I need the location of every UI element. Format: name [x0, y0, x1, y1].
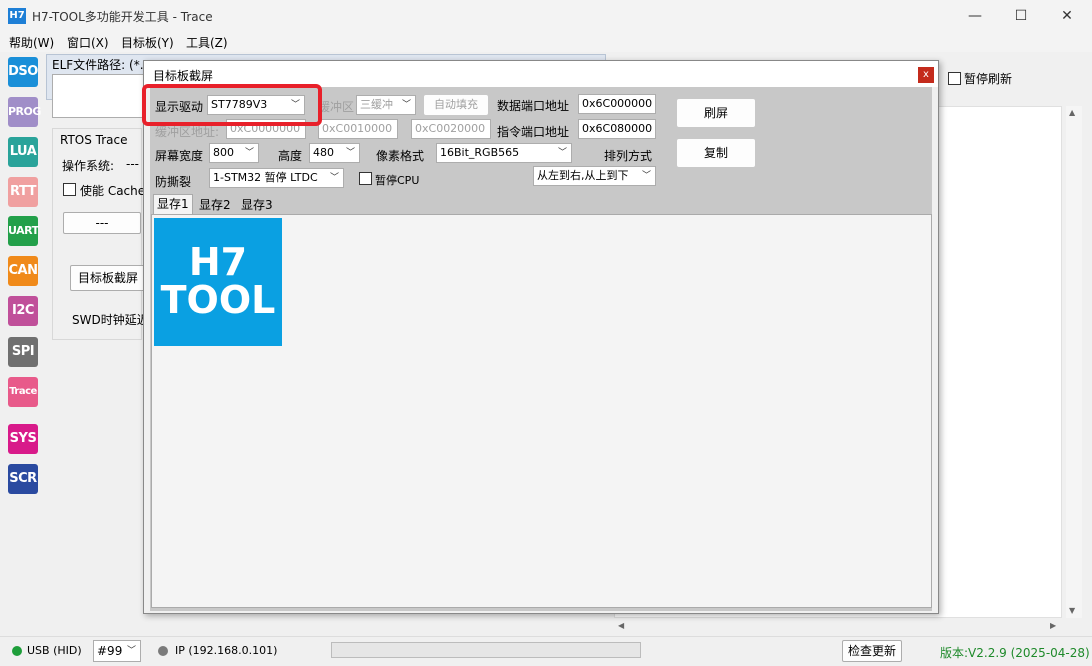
- refresh-screen-button[interactable]: 刷屏: [676, 98, 756, 128]
- data-port-input[interactable]: 0x6C000000: [578, 94, 656, 114]
- cmd-port-label: 指令端口地址: [497, 125, 570, 139]
- order-value: 从左到右,从上到下: [537, 169, 629, 182]
- sys-button[interactable]: SYS: [8, 424, 38, 454]
- menu-bar: 帮助(W) 窗口(X) 目标板(Y) 工具(Z): [0, 32, 1092, 52]
- app-icon: H7: [8, 8, 26, 24]
- enable-cache-checkbox[interactable]: [63, 183, 76, 196]
- buffer-label: 缓冲区: [318, 100, 355, 114]
- rtt-button[interactable]: RTT: [8, 177, 38, 207]
- left-toolbar: DSO PROG LUA RTT UART CAN I2C SPI Trace …: [0, 52, 44, 636]
- menu-target[interactable]: 目标板(Y): [121, 34, 174, 51]
- usb-status: USB (HID): [27, 644, 82, 657]
- anti-tear-value: 1-STM32 暂停 LTDC: [213, 171, 318, 184]
- tab-vram-2[interactable]: 显存2: [196, 196, 234, 214]
- logo-line-2: TOOL: [160, 278, 276, 322]
- swd-delay-label: SWD时钟延迟: [72, 313, 149, 327]
- cmd-port-input[interactable]: 0x6C080000: [578, 119, 656, 139]
- screen-width-label: 屏幕宽度: [155, 149, 204, 163]
- os-label: 操作系统:: [62, 159, 115, 173]
- scroll-left-icon[interactable]: ◀: [618, 621, 624, 630]
- pause-refresh-checkbox[interactable]: [948, 72, 961, 85]
- logo-line-1: H7: [188, 240, 248, 284]
- chevron-down-icon: ﹀: [345, 148, 355, 158]
- status-bar: USB (HID) #99 ﹀ IP (192.168.0.101) 检查更新 版…: [0, 636, 1092, 666]
- chevron-down-icon: ﹀: [557, 148, 567, 158]
- order-label: 排列方式: [604, 149, 653, 163]
- buffer-value: 三缓冲: [360, 98, 393, 111]
- chevron-down-icon: ﹀: [244, 148, 254, 158]
- screen-width-value: 800: [213, 146, 234, 159]
- menu-tools[interactable]: 工具(Z): [186, 34, 228, 51]
- uart-button[interactable]: UART: [8, 216, 39, 246]
- usb-status-icon: [12, 646, 22, 656]
- scroll-up-icon[interactable]: ▲: [1069, 108, 1075, 117]
- enable-cache-label: 使能 Cache: [80, 184, 146, 198]
- target-screen-button[interactable]: 目标板截屏: [70, 265, 146, 291]
- vertical-scrollbar[interactable]: ▲ ▼: [1066, 106, 1082, 618]
- dso-button[interactable]: DSO: [8, 57, 38, 87]
- check-update-button[interactable]: 检查更新: [842, 640, 902, 662]
- height-value: 480: [313, 146, 334, 159]
- buffer-address-2[interactable]: 0xC0010000: [318, 119, 398, 139]
- scr-button[interactable]: SCR: [8, 464, 38, 494]
- version-label: 版本:V2.2.9 (2025-04-28): [940, 646, 1090, 660]
- i2c-button[interactable]: I2C: [8, 296, 38, 326]
- pause-cpu-checkbox[interactable]: [359, 172, 372, 185]
- pixel-format-select[interactable]: 16Bit_RGB565 ﹀: [436, 143, 572, 163]
- rtos-title: RTOS Trace: [60, 133, 128, 147]
- anti-tear-select[interactable]: 1-STM32 暂停 LTDC ﹀: [209, 168, 344, 188]
- pause-refresh-label: 暂停刷新: [964, 72, 1013, 86]
- trace-button[interactable]: Trace: [8, 377, 38, 407]
- chevron-down-icon: ﹀: [126, 646, 136, 656]
- can-button[interactable]: CAN: [8, 256, 38, 286]
- device-id-value: #99: [97, 644, 123, 658]
- window-title: H7-TOOL多功能开发工具 - Trace: [32, 10, 213, 24]
- elf-path-field[interactable]: [52, 74, 152, 118]
- menu-help[interactable]: 帮助(W): [9, 34, 54, 51]
- anti-tear-label: 防撕裂: [155, 175, 192, 189]
- tab-vram-1[interactable]: 显存1: [153, 194, 193, 214]
- progress-bar: [331, 642, 641, 658]
- minimize-button[interactable]: —: [952, 0, 998, 32]
- maximize-button[interactable]: ☐: [998, 0, 1044, 32]
- close-button[interactable]: ✕: [1044, 0, 1090, 32]
- buffer-address-3[interactable]: 0xC0020000: [411, 119, 491, 139]
- height-label: 高度: [278, 149, 303, 163]
- horizontal-scrollbar[interactable]: ◀ ▶: [614, 620, 1064, 634]
- order-select[interactable]: 从左到右,从上到下 ﹀: [533, 166, 656, 186]
- menu-window[interactable]: 窗口(X): [67, 34, 109, 51]
- spi-button[interactable]: SPI: [8, 337, 38, 367]
- os-value: ---: [126, 157, 139, 171]
- os-select-button[interactable]: ---: [63, 212, 141, 234]
- scroll-down-icon[interactable]: ▼: [1069, 606, 1075, 615]
- highlight-box: [142, 84, 322, 126]
- dialog-title: 目标板截屏: [153, 69, 214, 83]
- lua-button[interactable]: LUA: [8, 137, 38, 167]
- prog-button[interactable]: PROG: [8, 97, 41, 127]
- copy-button[interactable]: 复制: [676, 138, 756, 168]
- buffer-select[interactable]: 三缓冲 ﹀: [356, 95, 416, 115]
- screen-width-select[interactable]: 800 ﹀: [209, 143, 259, 163]
- chevron-down-icon: ﹀: [329, 173, 339, 183]
- pixel-format-value: 16Bit_RGB565: [440, 146, 520, 159]
- chevron-down-icon: ﹀: [401, 100, 411, 110]
- data-port-label: 数据端口地址: [497, 99, 570, 113]
- pause-cpu-label: 暂停CPU: [375, 174, 420, 187]
- dialog-close-button[interactable]: x: [918, 67, 934, 83]
- chevron-down-icon: ﹀: [641, 171, 651, 181]
- tab-vram-3[interactable]: 显存3: [238, 196, 276, 214]
- elf-path-label: ELF文件路径: (*.: [52, 58, 144, 72]
- scroll-right-icon[interactable]: ▶: [1050, 621, 1056, 630]
- height-select[interactable]: 480 ﹀: [309, 143, 360, 163]
- pixel-format-label: 像素格式: [376, 149, 425, 163]
- ip-status: IP (192.168.0.101): [175, 644, 278, 657]
- h7tool-logo: H7 TOOL: [154, 218, 282, 346]
- ip-status-icon: [158, 646, 168, 656]
- auto-fill-button[interactable]: 自动填充: [423, 94, 489, 116]
- device-select[interactable]: #99 ﹀: [93, 640, 141, 662]
- title-bar: H7 H7-TOOL多功能开发工具 - Trace — ☐ ✕: [0, 0, 1092, 32]
